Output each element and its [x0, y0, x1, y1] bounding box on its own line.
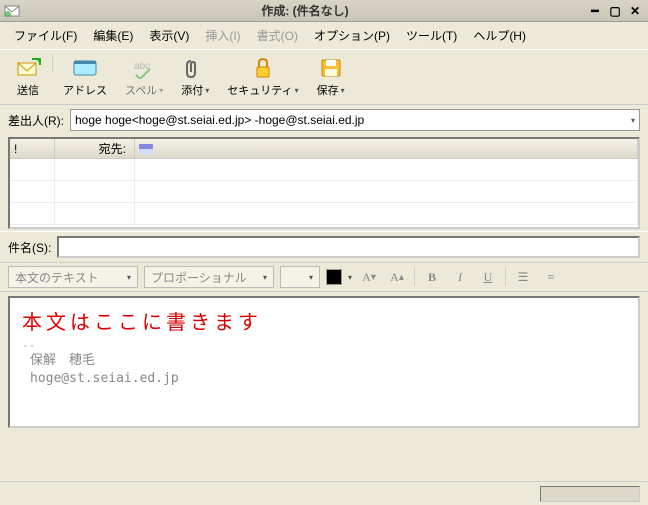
send-icon	[14, 56, 42, 80]
statusbar	[0, 481, 648, 505]
minimize-button[interactable]: ━	[586, 3, 604, 19]
attach-label: 添付	[181, 82, 203, 98]
chevron-down-icon: ▾	[205, 86, 209, 95]
spell-icon: abc	[130, 56, 158, 80]
chevron-down-icon: ▾	[159, 86, 163, 95]
spell-label: スペル	[125, 82, 157, 98]
main-toolbar: 送信 アドレス abc スペル▾ 添付▾ セキュリティ▾ 保存▾	[0, 49, 648, 105]
recipients-col-address[interactable]	[135, 139, 638, 158]
bullet-list-button[interactable]: ☰	[512, 267, 534, 287]
chevron-down-icon: ▾	[631, 116, 635, 125]
address-label: アドレス	[63, 82, 107, 98]
menu-view[interactable]: 表示(V)	[141, 24, 197, 47]
italic-button[interactable]: I	[449, 267, 471, 287]
recipient-row[interactable]	[10, 203, 638, 225]
from-label: 差出人(R):	[8, 112, 64, 129]
decrease-font-button[interactable]: A▾	[358, 267, 380, 287]
address-icon	[71, 56, 99, 80]
chevron-down-icon[interactable]: ▾	[348, 273, 352, 282]
security-button[interactable]: セキュリティ▾	[219, 54, 306, 100]
font-select[interactable]: プロポーショナル ▾	[144, 266, 274, 288]
font-size-select[interactable]: ▾	[280, 266, 320, 288]
spell-button[interactable]: abc スペル▾	[117, 54, 171, 100]
chevron-down-icon: ▾	[341, 86, 345, 95]
save-button[interactable]: 保存▾	[309, 54, 353, 100]
attach-icon	[181, 56, 209, 80]
recipient-row[interactable]	[10, 159, 638, 181]
text-color-button[interactable]	[326, 269, 342, 285]
address-button[interactable]: アドレス	[55, 54, 115, 100]
subject-input[interactable]	[57, 236, 640, 258]
status-progress	[540, 486, 640, 502]
save-icon	[317, 56, 345, 80]
save-label: 保存	[317, 82, 339, 98]
menu-options[interactable]: オプション(P)	[306, 24, 398, 47]
security-icon	[249, 56, 277, 80]
format-toolbar: 本文のテキスト ▾ プロポーショナル ▾ ▾ ▾ A▾ A▴ B I U ☰ ≡	[0, 262, 648, 292]
titlebar: 作成: (件名なし) ━ ▢ ✕	[0, 0, 648, 22]
security-label: セキュリティ	[227, 82, 292, 98]
subject-label: 件名(S):	[8, 239, 51, 256]
maximize-button[interactable]: ▢	[606, 3, 624, 19]
app-icon	[4, 3, 20, 19]
send-button[interactable]: 送信	[6, 54, 50, 100]
menu-file[interactable]: ファイル(F)	[6, 24, 85, 47]
from-value: hoge hoge<hoge@st.seiai.ed.jp> -hoge@st.…	[75, 113, 364, 127]
signature-email: hoge@st.seiai.ed.jp	[30, 370, 626, 388]
menu-help[interactable]: ヘルプ(H)	[465, 24, 534, 47]
chevron-down-icon: ▾	[127, 273, 131, 282]
subject-row: 件名(S):	[0, 231, 648, 262]
menu-edit[interactable]: 編集(E)	[85, 24, 141, 47]
recipients-col-type[interactable]: 宛先:	[55, 139, 135, 158]
from-row: 差出人(R): hoge hoge<hoge@st.seiai.ed.jp> -…	[0, 105, 648, 135]
signature-separator: --	[22, 339, 626, 352]
number-list-button[interactable]: ≡	[540, 267, 562, 287]
message-body-editor[interactable]: 本文はここに書きます -- 保解 穂毛 hoge@st.seiai.ed.jp	[8, 296, 640, 428]
chevron-down-icon: ▾	[263, 273, 267, 282]
send-label: 送信	[17, 82, 39, 98]
window-title: 作成: (件名なし)	[24, 2, 586, 19]
from-select[interactable]: hoge hoge<hoge@st.seiai.ed.jp> -hoge@st.…	[70, 109, 640, 131]
contact-card-icon	[139, 144, 153, 154]
body-annotation: 本文はここに書きます	[22, 306, 626, 335]
menu-tools[interactable]: ツール(T)	[398, 24, 465, 47]
increase-font-button[interactable]: A▴	[386, 267, 408, 287]
close-button[interactable]: ✕	[626, 3, 644, 19]
chevron-down-icon: ▾	[295, 86, 299, 95]
underline-button[interactable]: U	[477, 267, 499, 287]
menu-insert[interactable]: 挿入(I)	[197, 24, 248, 47]
attach-button[interactable]: 添付▾	[173, 54, 217, 100]
bold-button[interactable]: B	[421, 267, 443, 287]
chevron-down-icon: ▾	[309, 273, 313, 282]
menu-format[interactable]: 書式(O)	[249, 24, 306, 47]
recipients-pane: ! 宛先:	[8, 137, 640, 229]
paragraph-style-select[interactable]: 本文のテキスト ▾	[8, 266, 138, 288]
menubar: ファイル(F) 編集(E) 表示(V) 挿入(I) 書式(O) オプション(P)…	[0, 22, 648, 49]
signature-name: 保解 穂毛	[30, 352, 626, 370]
recipient-row[interactable]	[10, 181, 638, 203]
recipients-col-priority[interactable]: !	[10, 139, 55, 158]
